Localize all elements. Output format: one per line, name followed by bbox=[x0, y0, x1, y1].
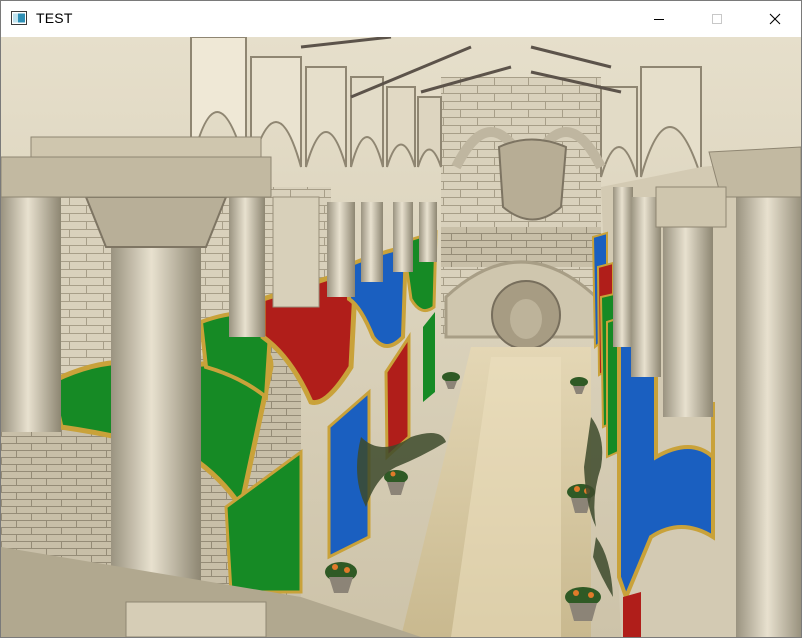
minimize-button[interactable] bbox=[636, 1, 682, 37]
app-window: TEST bbox=[0, 0, 802, 638]
maximize-button[interactable] bbox=[694, 1, 740, 37]
sponza-scene bbox=[1, 37, 801, 637]
title-bar[interactable]: TEST bbox=[1, 1, 801, 37]
close-icon bbox=[769, 13, 781, 25]
render-viewport[interactable] bbox=[1, 37, 801, 637]
window-app-icon bbox=[11, 11, 27, 25]
close-button[interactable] bbox=[752, 1, 798, 37]
minimize-icon bbox=[654, 19, 664, 20]
maximize-icon bbox=[712, 14, 722, 24]
window-title: TEST bbox=[36, 10, 73, 26]
